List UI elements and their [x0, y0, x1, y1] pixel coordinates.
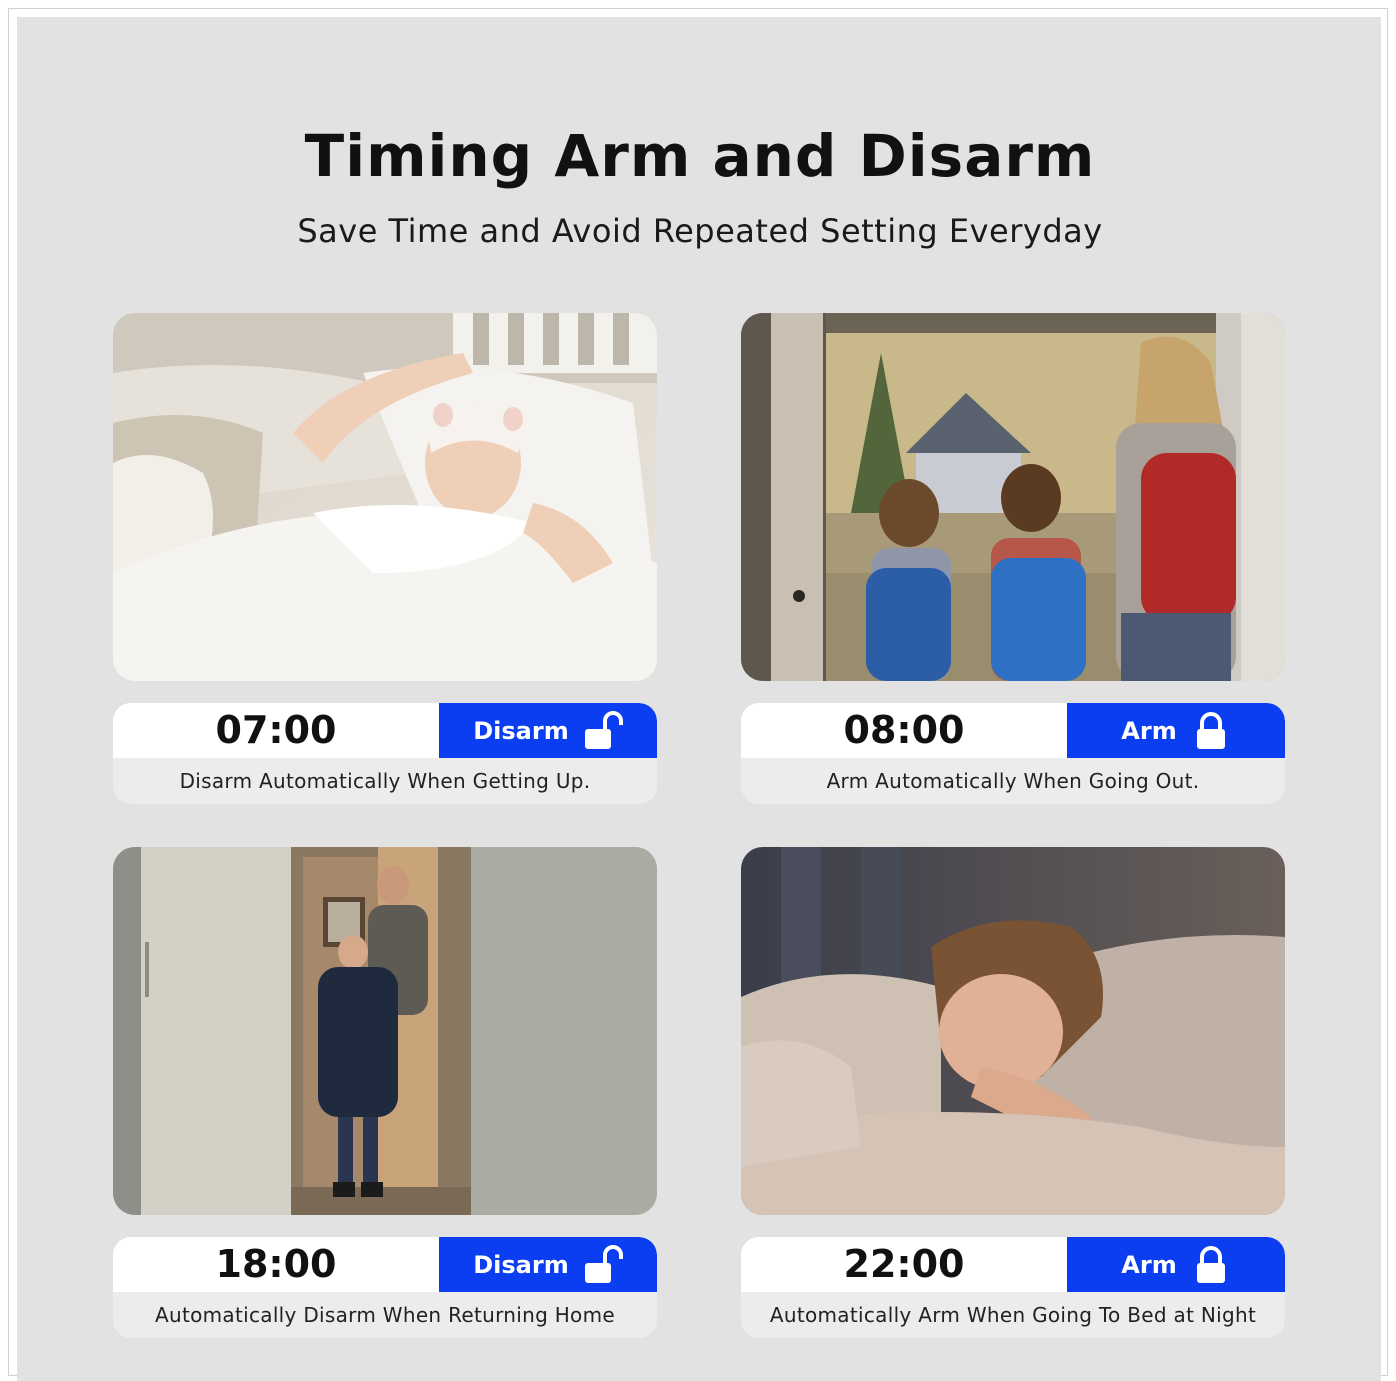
mode-label: Disarm [473, 1250, 569, 1279]
unlocked-padlock-icon [584, 710, 623, 749]
schedule-caption: Automatically Disarm When Returning Home [155, 1303, 615, 1327]
mode-label: Arm [1121, 716, 1177, 745]
schedule-caption: Automatically Arm When Going To Bed at N… [769, 1303, 1257, 1327]
arm-mode-badge: Arm [1067, 1237, 1285, 1292]
schedule-info-going-out: 08:00 Arm Arm Automatically When Going O… [741, 703, 1285, 804]
arm-mode-badge: Arm [1067, 703, 1285, 758]
photo-returning-home [113, 847, 657, 1215]
mode-label: Arm [1121, 1250, 1177, 1279]
schedule-caption: Disarm Automatically When Getting Up. [179, 769, 591, 793]
page-title: Timing Arm and Disarm [304, 122, 1096, 190]
schedule-header: 08:00 Arm [741, 703, 1285, 758]
disarm-mode-badge: Disarm [439, 703, 657, 758]
schedule-time: 08:00 [843, 708, 965, 752]
schedule-header: 18:00 Disarm [113, 1237, 657, 1292]
schedule-info-bedtime: 22:00 Arm Automatically Arm When Going T… [741, 1237, 1285, 1338]
schedule-header: 22:00 Arm [741, 1237, 1285, 1292]
schedule-time: 18:00 [215, 1242, 337, 1286]
photo-girl-sleeping [741, 847, 1285, 1215]
disarm-mode-badge: Disarm [439, 1237, 657, 1292]
unlocked-padlock-icon [584, 1244, 623, 1283]
schedule-info-returning-home: 18:00 Disarm Automatically Disarm When R… [113, 1237, 657, 1338]
photo-family-going-out [741, 313, 1285, 681]
schedule-time: 22:00 [843, 1242, 965, 1286]
schedule-caption: Arm Automatically When Going Out. [826, 769, 1200, 793]
schedule-time: 07:00 [215, 708, 337, 752]
page-subtitle: Save Time and Avoid Repeated Setting Eve… [297, 212, 1103, 250]
photo-girl-waking-up [113, 313, 657, 681]
schedule-header: 07:00 Disarm [113, 703, 657, 758]
locked-padlock-icon [1196, 711, 1225, 749]
schedule-info-morning: 07:00 Disarm Disarm Automatically When G… [113, 703, 657, 804]
mode-label: Disarm [473, 716, 569, 745]
locked-padlock-icon [1196, 1245, 1225, 1283]
